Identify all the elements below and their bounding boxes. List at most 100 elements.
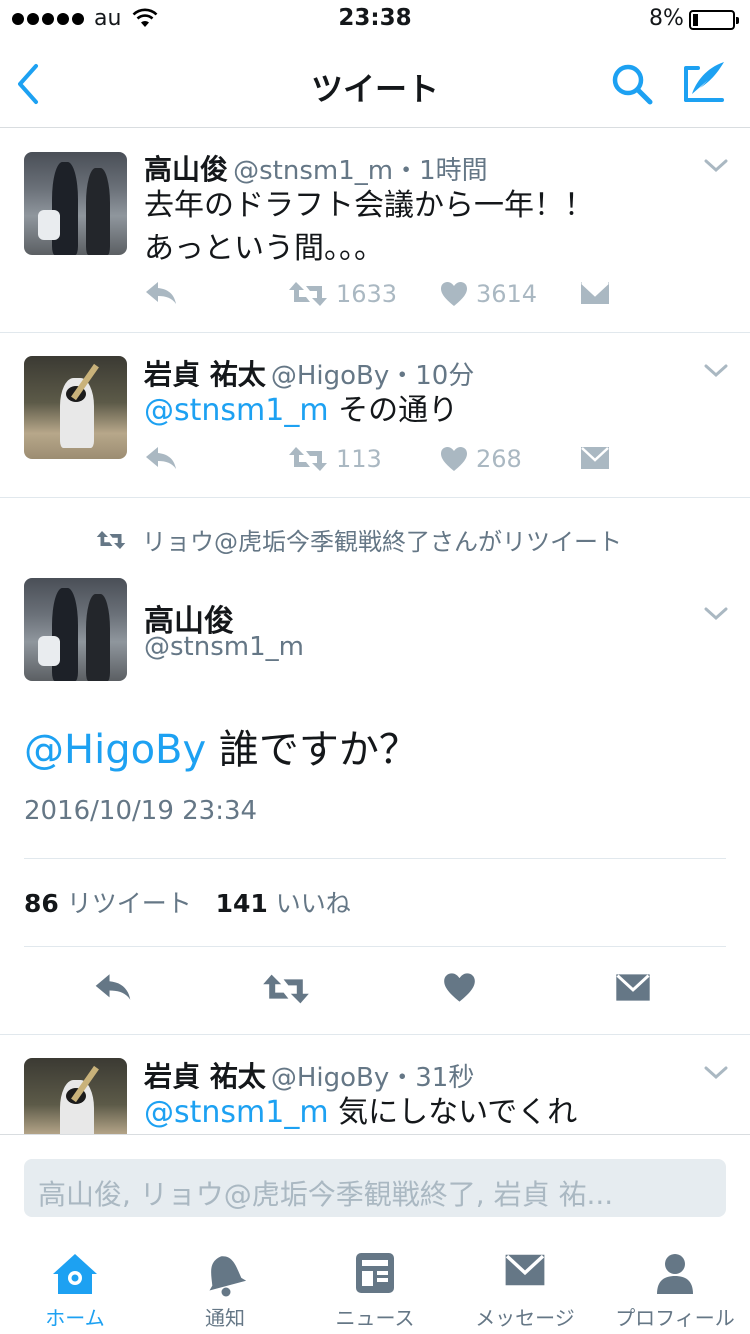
divider [24,858,726,859]
chevron-down-icon[interactable] [704,158,728,177]
retweeted-by-note[interactable]: リョウ@虎垢今季観戦終了さんがリツイート [96,522,622,557]
tweet-author-handle: @HigoBy [270,361,390,391]
retweet-count: 86 [24,889,59,918]
tweet-text-body: 誰ですか？ [206,727,419,773]
heart-icon [441,447,467,471]
tab-home[interactable]: ホーム [0,1240,150,1334]
mail-icon [505,1254,545,1286]
tab-bar: ホーム 通知 ニュース メッセージ プロフィール [0,1240,750,1334]
reply-icon [95,974,131,1000]
retweet-count: 113 [336,445,382,473]
retweet-button[interactable]: 113 [288,445,382,473]
chevron-down-icon[interactable] [704,363,728,382]
like-button[interactable]: 3614 [440,280,537,308]
envelope-icon [581,447,609,469]
direct-message-button[interactable] [580,280,610,306]
retweet-stat-label: リツイート [66,889,192,918]
retweet-icon [263,974,309,1004]
retweet-icon [289,447,327,471]
tweet-text: 去年のドラフト会議から一年！！ あっという間。。。 [144,184,594,270]
tab-news[interactable]: ニュース [300,1240,450,1334]
tweet-actions: 1633 3614 [144,280,624,312]
tweet-author-name[interactable]: 高山俊 [144,153,228,186]
compose-tweet-icon[interactable] [682,58,728,110]
reply-button[interactable] [144,280,178,306]
like-count: 268 [476,445,522,473]
avatar[interactable] [24,578,127,681]
retweet-count: 1633 [336,280,398,308]
tweet[interactable]: 岩貞 祐太 @HigoBy・31秒 @stnsm1_m 気にしないでくれ [0,1035,750,1134]
navigation-bar: ツイート [0,40,750,128]
clock: 23:38 [338,5,412,31]
chevron-down-icon[interactable] [704,606,728,625]
battery-percentage: 8% [649,6,684,31]
mention-link[interactable]: @HigoBy [24,727,206,773]
retweets-stat[interactable]: 86 リツイート [24,889,192,918]
reply-input[interactable]: 高山俊, リョウ@虎垢今季観戦終了, 岩貞 祐... [24,1159,726,1217]
tweet-timestamp: ・1時間 [393,156,488,186]
tab-label: ホーム [45,1306,105,1330]
search-icon[interactable] [610,62,654,110]
focus-tweet-actions [0,966,750,1016]
retweeted-by-label: リョウ@虎垢今季観戦終了さんがリツイート [142,528,622,556]
reply-icon [146,282,176,304]
tweet-text-line: あっという間。。。 [144,231,384,266]
tab-label: メッセージ [475,1306,575,1330]
heart-icon [441,282,467,306]
reply-button[interactable] [144,445,178,471]
like-count: 3614 [476,280,538,308]
envelope-icon [581,282,609,304]
reply-icon [146,447,176,469]
tweet-author-name[interactable]: 岩貞 祐太 [144,1060,266,1093]
tweet-text: @stnsm1_m 気にしないでくれ [144,1091,577,1134]
tweet-date: 2016/10/19 23:34 [24,796,258,826]
tab-messages[interactable]: メッセージ [450,1240,600,1334]
divider [0,497,750,498]
avatar[interactable] [24,1058,127,1134]
avatar[interactable] [24,152,127,255]
like-button[interactable]: 268 [440,445,522,473]
like-count: 141 [215,889,268,918]
tweet-text: @HigoBy 誰ですか？ [24,722,419,778]
reply-button[interactable] [93,972,133,1006]
tweet-text-line: 去年のドラフト会議から一年！！ [144,188,594,223]
retweet-button[interactable] [262,972,310,1010]
like-stat-label: いいね [275,889,351,918]
battery-icon [689,10,739,30]
tweet-timestamp: ・10分 [389,361,475,391]
status-bar: au 23:38 8% [0,0,750,40]
direct-message-button[interactable] [580,445,610,471]
likes-stat[interactable]: 141 いいね [216,889,351,918]
avatar[interactable] [24,356,127,459]
chevron-down-icon[interactable] [704,1065,728,1084]
reply-bar: 高山俊, リョウ@虎垢今季観戦終了, 岩貞 祐... [0,1134,750,1240]
like-button[interactable] [443,972,476,1007]
tweet-timestamp: ・31秒 [389,1063,475,1093]
tweet[interactable]: 岩貞 祐太 @HigoBy・10分 @stnsm1_m その通り 113 268 [0,333,750,498]
retweet-button[interactable]: 1633 [288,280,397,308]
tweet-text-body: 気にしないでくれ [328,1095,578,1130]
tab-notifications[interactable]: 通知 [150,1240,300,1334]
mention-link[interactable]: @stnsm1_m [144,1095,329,1130]
retweet-icon [96,530,126,549]
tweet-author-name[interactable]: 岩貞 祐太 [144,358,266,391]
bell-icon [209,1256,246,1297]
tweet-author-handle: @stnsm1_m [233,156,394,186]
tab-profile[interactable]: プロフィール [600,1240,750,1334]
mention-link[interactable]: @stnsm1_m [144,393,329,428]
tab-label: プロフィール [615,1306,735,1330]
direct-message-button[interactable] [615,972,651,1007]
divider [24,946,726,947]
retweet-icon [289,282,327,306]
tweet-text: @stnsm1_m その通り [144,389,458,432]
tweet[interactable]: 高山俊 @stnsm1_m・1時間 去年のドラフト会議から一年！！ あっという間… [0,130,750,333]
tweet-stats: 86 リツイート 141 いいね [24,884,351,920]
tweet-author-handle: @HigoBy [270,1063,390,1093]
tab-label: 通知 [205,1306,245,1330]
tweet-actions: 113 268 [144,445,624,477]
envelope-icon [616,974,650,1001]
profile-icon [657,1254,693,1294]
tab-label: ニュース [335,1306,415,1330]
heart-icon [444,973,475,1002]
home-icon [53,1254,97,1294]
